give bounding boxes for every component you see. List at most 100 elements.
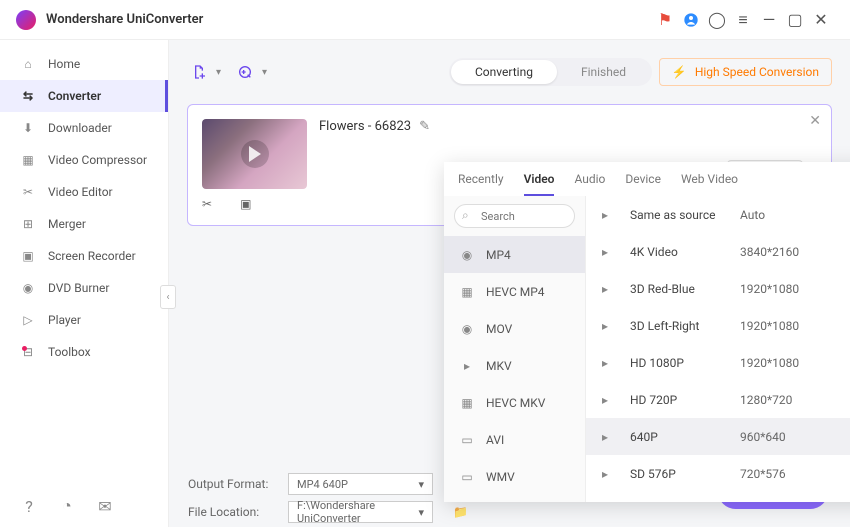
res-3dredblue[interactable]: ▸3D Red-Blue1920*1080✎: [586, 270, 850, 307]
play-icon: ▸: [602, 356, 618, 370]
add-url-button[interactable]: ▾: [233, 60, 257, 84]
sidebar-item-label: DVD Burner: [48, 281, 109, 295]
compress-icon: ▦: [20, 152, 36, 168]
format-mov[interactable]: ◉MOV: [444, 310, 585, 347]
format-avi[interactable]: ▭AVI: [444, 421, 585, 458]
merger-icon: ⊞: [20, 216, 36, 232]
sidebar-item-downloader[interactable]: ⬇ Downloader: [0, 112, 168, 144]
titlebar: Wondershare UniConverter ⚑ ◯ ≡ — ▢ ✕: [0, 0, 850, 40]
res-1080p[interactable]: ▸HD 1080P1920*1080✎: [586, 344, 850, 381]
sidebar-item-label: Merger: [48, 217, 86, 231]
format-hevcmp4[interactable]: ▦HEVC MP4: [444, 273, 585, 310]
format-list: ◉MP4 ▦HEVC MP4 ◉MOV ▸MKV ▦HEVC MKV ▭AVI …: [444, 196, 586, 502]
sidebar-item-editor[interactable]: ✂Video Editor: [0, 176, 168, 208]
video-icon: ▭: [458, 468, 476, 486]
sidebar-item-label: Player: [48, 313, 81, 327]
res-640p[interactable]: ▸640P960*640✎: [586, 418, 850, 455]
file-location-select[interactable]: F:\Wondershare UniConverter▾: [288, 501, 433, 523]
sidebar-item-compressor[interactable]: ▦ Video Compressor: [0, 144, 168, 176]
sidebar-item-player[interactable]: ▷ Player: [0, 304, 168, 336]
sidebar-item-converter[interactable]: ⇆Converter: [0, 80, 168, 112]
sidebar-item-dvd[interactable]: ◉ DVD Burner: [0, 272, 168, 304]
tab-audio[interactable]: Audio: [574, 172, 605, 196]
bell-icon[interactable]: ◔: [58, 497, 76, 515]
sidebar: ⌂ Home ⇆Converter ⬇ Downloader ▦ Video Comp…: [0, 40, 169, 527]
menu-icon[interactable]: ≡: [730, 7, 756, 33]
chevron-down-icon: ▾: [418, 506, 424, 519]
search-input[interactable]: [454, 204, 575, 228]
recorder-icon: ▣: [20, 248, 36, 264]
home-icon: ⌂: [20, 56, 36, 72]
res-576p[interactable]: ▸SD 576P720*576✎: [586, 455, 850, 492]
sidebar-item-label: Video Compressor: [48, 153, 147, 167]
format-mkv[interactable]: ▸MKV: [444, 347, 585, 384]
collapse-sidebar-button[interactable]: ‹: [160, 285, 176, 309]
converter-icon: ⇆: [20, 88, 36, 104]
player-icon: ▷: [20, 312, 36, 328]
crop-icon[interactable]: ▣: [240, 197, 251, 211]
headset-icon[interactable]: ◯: [704, 7, 730, 33]
file-name: Flowers - 66823✎: [319, 119, 430, 134]
tab-webvideo[interactable]: Web Video: [681, 172, 738, 196]
sidebar-item-merger[interactable]: ⊞ Merger: [0, 208, 168, 240]
play-icon: ▸: [602, 430, 618, 444]
hevc-icon: ▦: [458, 283, 476, 301]
play-icon: ▸: [602, 282, 618, 296]
res-4k[interactable]: ▸4K Video3840*2160✎: [586, 233, 850, 270]
video-icon: ▭: [458, 431, 476, 449]
sidebar-item-label: Screen Recorder: [48, 249, 136, 263]
high-speed-conversion[interactable]: ⚡High Speed Conversion: [659, 58, 832, 86]
format-mp4[interactable]: ◉MP4: [444, 236, 585, 273]
bolt-icon: ⚡: [672, 65, 687, 79]
toolbox-icon: ⊟: [20, 344, 36, 360]
trim-icon[interactable]: ✂: [202, 197, 212, 211]
chevron-down-icon: ▾: [418, 478, 424, 491]
user-icon[interactable]: [678, 7, 704, 33]
chevron-down-icon: ▾: [216, 67, 221, 78]
close-icon[interactable]: ✕: [808, 7, 834, 33]
sidebar-item-label: Home: [48, 57, 80, 71]
play-icon: ▸: [602, 245, 618, 259]
play-icon: ▸: [602, 393, 618, 407]
sidebar-item-recorder[interactable]: ▣ Screen Recorder: [0, 240, 168, 272]
resolution-list: ▸Same as sourceAuto✎ ▸4K Video3840*2160✎…: [586, 196, 850, 502]
sidebar-item-label: Video Editor: [48, 185, 113, 199]
download-icon: ⬇: [20, 120, 36, 136]
sidebar-item-toolbox[interactable]: ⊟ Toolbox: [0, 336, 168, 368]
tab-video[interactable]: Video: [524, 172, 555, 196]
gift-icon[interactable]: ⚑: [652, 7, 678, 33]
popup-tabs: Recently Video Audio Device Web Video: [444, 162, 850, 196]
close-file-button[interactable]: ✕: [809, 113, 821, 129]
app-logo: [16, 10, 36, 30]
help-icon[interactable]: ?: [20, 497, 38, 515]
file-location-label: File Location:: [188, 505, 278, 519]
video-icon: ◉: [458, 320, 476, 338]
chevron-down-icon: ▾: [262, 67, 267, 78]
status-toggle: Converting Finished: [449, 58, 652, 86]
res-same[interactable]: ▸Same as sourceAuto✎: [586, 196, 850, 233]
video-icon: ▸: [458, 357, 476, 375]
tab-device[interactable]: Device: [625, 172, 661, 196]
toggle-converting[interactable]: Converting: [451, 60, 557, 84]
format-hevcmkv[interactable]: ▦HEVC MKV: [444, 384, 585, 421]
add-file-button[interactable]: ▾: [187, 60, 211, 84]
dvd-icon: ◉: [20, 280, 36, 296]
edit-name-icon[interactable]: ✎: [419, 119, 430, 134]
video-thumbnail[interactable]: [202, 119, 307, 189]
maximize-icon[interactable]: ▢: [782, 7, 808, 33]
sidebar-item-home[interactable]: ⌂ Home: [0, 48, 168, 80]
minimize-icon[interactable]: —: [756, 7, 782, 33]
hevc-icon: ▦: [458, 394, 476, 412]
sidebar-item-label: Downloader: [48, 121, 112, 135]
chat-icon[interactable]: ✉: [96, 497, 114, 515]
format-popup: Recently Video Audio Device Web Video ◉M…: [444, 162, 850, 502]
toolbar: ▾ ▾ Converting Finished ⚡High Speed Conv…: [187, 54, 832, 90]
tab-recently[interactable]: Recently: [458, 172, 504, 196]
output-format-select[interactable]: MP4 640P▾: [288, 473, 433, 495]
toggle-finished[interactable]: Finished: [557, 60, 650, 84]
folder-icon[interactable]: 📁: [453, 505, 468, 519]
format-wmv[interactable]: ▭WMV: [444, 458, 585, 495]
sidebar-item-label: Toolbox: [48, 345, 91, 359]
res-720p[interactable]: ▸HD 720P1280*720✎: [586, 381, 850, 418]
res-3dleftright[interactable]: ▸3D Left-Right1920*1080✎: [586, 307, 850, 344]
